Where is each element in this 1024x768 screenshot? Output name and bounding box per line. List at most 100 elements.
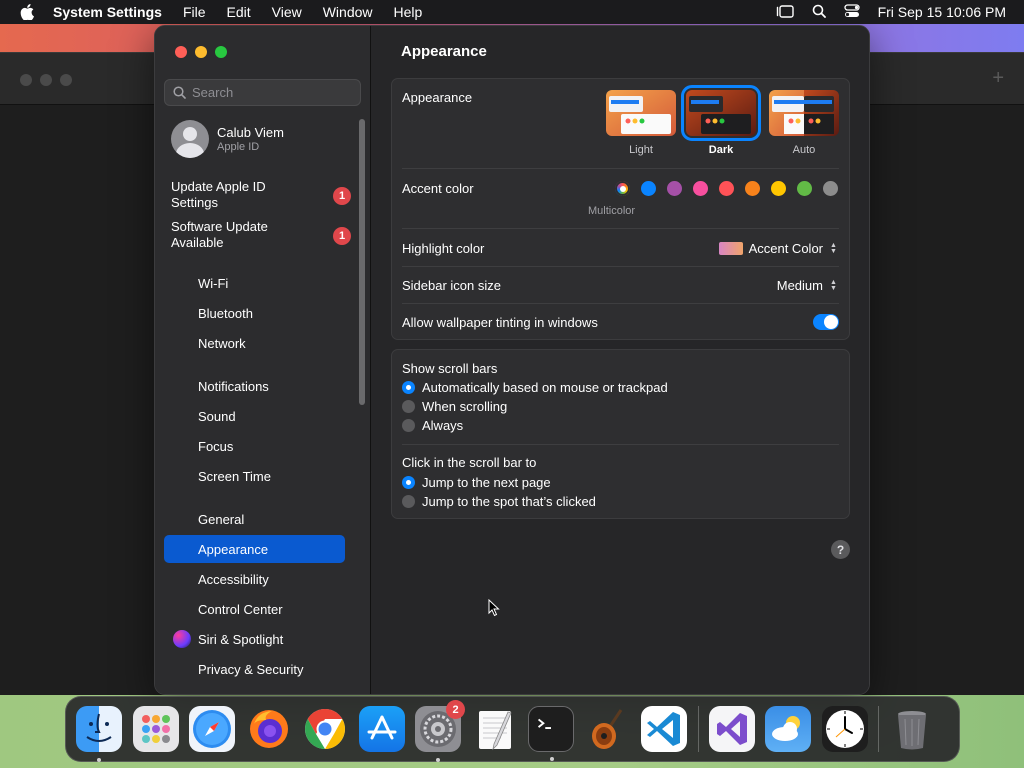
firefox-icon[interactable]	[246, 706, 292, 752]
finder-icon[interactable]	[76, 706, 122, 762]
menu-help[interactable]: Help	[394, 4, 423, 20]
accent-yellow-swatch[interactable]	[771, 181, 786, 196]
sidebar-item-accessibility[interactable]: Accessibility	[164, 565, 345, 593]
accent-purple-swatch[interactable]	[667, 181, 682, 196]
sidebar-item-general[interactable]: General	[164, 505, 345, 533]
sidebar-scrollbar[interactable]	[359, 119, 365, 405]
click-scroll-bar-label: Click in the scroll bar to	[402, 455, 537, 470]
launchpad-icon[interactable]	[132, 706, 179, 752]
sidebar-item-bluetooth[interactable]: Bluetooth	[164, 299, 345, 327]
spotlight-search-icon[interactable]	[812, 4, 826, 21]
appearance-option-light[interactable]	[606, 90, 676, 136]
menu-view[interactable]: View	[272, 4, 302, 20]
sidebar-item-wifi[interactable]: Wi-Fi	[164, 269, 345, 297]
appearance-settings-panel: Appearance Light Dark Auto Accent color …	[391, 78, 850, 340]
dock-separator	[697, 706, 699, 752]
visual-studio-icon[interactable]	[708, 706, 755, 752]
siri-icon	[173, 630, 191, 648]
weather-icon[interactable]	[765, 706, 811, 752]
accent-red-swatch[interactable]	[719, 181, 734, 196]
background-close-button[interactable]	[20, 74, 32, 86]
sidebar-item-sound[interactable]: Sound	[164, 402, 345, 430]
app-name-menu[interactable]: System Settings	[53, 4, 162, 20]
accent-selected-label: Multicolor	[588, 205, 636, 217]
sidebar-item-label: Network	[198, 335, 246, 351]
scroll-bars-option-when-scrolling[interactable]: When scrolling	[402, 399, 507, 414]
search-input[interactable]	[192, 85, 352, 100]
new-tab-plus-icon[interactable]: +	[992, 67, 1004, 90]
radio-button[interactable]	[402, 419, 415, 432]
terminal-icon[interactable]	[528, 706, 574, 761]
sidebar-item-notifications[interactable]: Notifications	[164, 372, 345, 400]
software-update-notice[interactable]: Software Update Available 1	[171, 219, 351, 251]
background-minimize-button[interactable]	[40, 74, 52, 86]
trash-icon[interactable]	[889, 706, 935, 752]
question-mark-icon: ?	[836, 542, 845, 557]
scroll-bars-option-always[interactable]: Always	[402, 418, 463, 433]
minimize-button[interactable]	[195, 46, 207, 58]
sidebar-item-label: Notifications	[198, 378, 269, 394]
accent-multicolor-swatch[interactable]	[615, 181, 630, 196]
safari-icon[interactable]	[189, 706, 235, 752]
background-zoom-button[interactable]	[60, 74, 72, 86]
accent-pink-swatch[interactable]	[693, 181, 708, 196]
radio-button[interactable]	[402, 400, 415, 413]
app-store-icon[interactable]	[358, 706, 405, 752]
appearance-option-label: Auto	[792, 144, 816, 156]
search-icon	[173, 86, 186, 99]
update-apple-id-notice[interactable]: Update Apple ID Settings 1	[171, 179, 351, 211]
zoom-button[interactable]	[215, 46, 227, 58]
accent-green-swatch[interactable]	[797, 181, 812, 196]
sidebar-item-label: General	[198, 511, 245, 527]
vscode-icon[interactable]	[641, 706, 687, 752]
menu-window[interactable]: Window	[323, 4, 373, 20]
divider	[402, 168, 839, 169]
menu-edit[interactable]: Edit	[227, 4, 251, 20]
radio-button[interactable]	[402, 381, 415, 394]
accent-orange-swatch[interactable]	[745, 181, 760, 196]
click-option-spot-clicked[interactable]: Jump to the spot that’s clicked	[402, 494, 596, 509]
wallpaper-tinting-toggle[interactable]	[813, 314, 839, 330]
sidebar-item-control-center[interactable]: Control Center	[164, 595, 345, 623]
textedit-icon[interactable]	[472, 706, 518, 752]
dock-separator	[878, 706, 879, 752]
radio-button[interactable]	[402, 476, 415, 489]
garageband-icon[interactable]	[585, 706, 631, 752]
apple-id-profile[interactable]: Calub Viem Apple ID	[171, 120, 284, 158]
radio-button[interactable]	[402, 495, 415, 508]
menubar-clock[interactable]: Fri Sep 15 10:06 PM	[878, 4, 1006, 20]
sidebar-item-privacy-security[interactable]: Privacy & Security	[164, 655, 345, 683]
radio-label: When scrolling	[422, 399, 508, 414]
sidebar-item-network[interactable]: Network	[164, 329, 345, 357]
sidebar-item-focus[interactable]: Focus	[164, 432, 345, 460]
sidebar-item-appearance[interactable]: Appearance	[164, 535, 345, 563]
accent-blue-swatch[interactable]	[641, 181, 656, 196]
radio-label: Jump to the spot that’s clicked	[422, 494, 596, 509]
clock-icon[interactable]	[821, 706, 868, 752]
apple-menu-icon[interactable]	[16, 4, 38, 20]
sidebar-item-label: Control Center	[198, 601, 283, 617]
appearance-option-dark[interactable]	[681, 85, 761, 141]
highlight-color-popup[interactable]: Accent Color ▲ ▼	[718, 241, 839, 256]
click-option-next-page[interactable]: Jump to the next page	[402, 475, 551, 490]
sidebar-item-label: Screen Time	[198, 468, 271, 484]
sidebar-item-screen-time[interactable]: Screen Time	[164, 462, 345, 490]
system-settings-window: Calub Viem Apple ID Update Apple ID Sett…	[154, 25, 870, 695]
search-field[interactable]	[164, 79, 361, 106]
sidebar-item-siri-spotlight[interactable]: Siri & Spotlight	[164, 625, 345, 653]
close-button[interactable]	[175, 46, 187, 58]
control-center-icon[interactable]	[843, 3, 860, 21]
dock: 2	[65, 696, 960, 762]
stage-manager-icon[interactable]	[776, 4, 794, 21]
scroll-bars-option-automatic[interactable]: Automatically based on mouse or trackpad	[402, 380, 668, 395]
sidebar-item-label: Focus	[198, 438, 234, 454]
appearance-option-auto[interactable]	[769, 90, 839, 136]
sidebar-icon-size-popup[interactable]: Medium ▲ ▼	[777, 278, 839, 293]
divider	[402, 303, 839, 304]
help-button[interactable]: ?	[831, 540, 850, 559]
notice-label: Update Apple ID Settings	[171, 179, 266, 210]
accent-graphite-swatch[interactable]	[823, 181, 838, 196]
chrome-icon[interactable]	[302, 706, 348, 752]
system-settings-icon[interactable]: 2	[415, 700, 465, 762]
menu-file[interactable]: File	[183, 4, 206, 20]
